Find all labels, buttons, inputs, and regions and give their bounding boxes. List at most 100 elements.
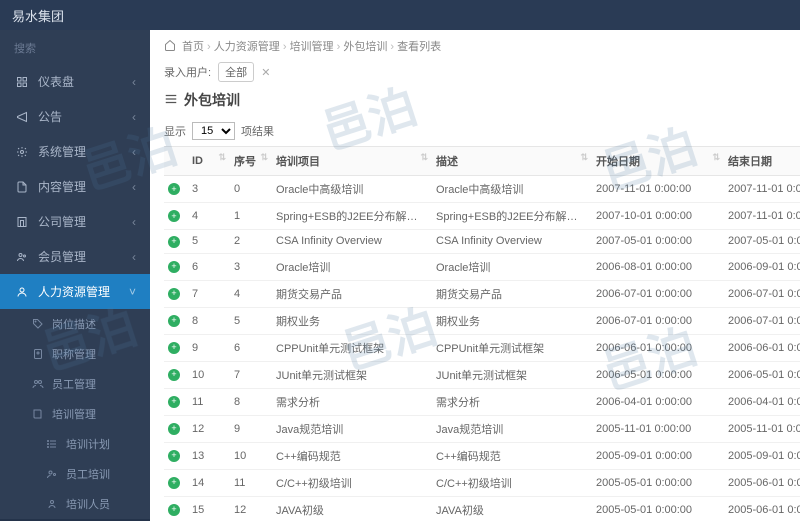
cell-start: 2005-05-01 0:00:00 bbox=[592, 496, 724, 521]
cell-seq: 0 bbox=[230, 176, 272, 203]
cell-seq: 6 bbox=[230, 334, 272, 361]
table-row[interactable]: +118需求分析需求分析2006-04-01 0:00:002006-04-01… bbox=[164, 388, 800, 415]
page-title: 外包培训 bbox=[184, 90, 240, 110]
expand-icon[interactable]: + bbox=[168, 504, 180, 516]
sidebar-item-3[interactable]: 内容管理‹ bbox=[0, 169, 150, 204]
sidebar-item-1[interactable]: 公告‹ bbox=[0, 99, 150, 134]
tag-icon bbox=[32, 318, 46, 330]
sidebar-subitem-3[interactable]: 培训管理 bbox=[0, 399, 150, 429]
app-title: 易水集团 bbox=[12, 6, 64, 25]
badge-icon bbox=[32, 348, 46, 360]
sort-icon[interactable]: ⇅ bbox=[420, 152, 428, 163]
col-header-1[interactable]: ID⇅ bbox=[188, 147, 230, 176]
sidebar-item-0[interactable]: 仪表盘‹ bbox=[0, 64, 150, 99]
sidebar-item-4[interactable]: 公司管理‹ bbox=[0, 204, 150, 239]
cell-end: 2006-04-01 0:00:00 bbox=[724, 388, 800, 415]
doc-icon bbox=[14, 181, 30, 193]
sidebar-item-label: 公告 bbox=[38, 108, 62, 125]
table-row[interactable]: +41Spring+ESB的J2EE分布解决方案Spring+ESB的J2EE分… bbox=[164, 203, 800, 230]
cell-start: 2006-04-01 0:00:00 bbox=[592, 388, 724, 415]
home-icon[interactable] bbox=[164, 39, 176, 54]
expand-icon[interactable]: + bbox=[168, 369, 180, 381]
expand-icon[interactable]: + bbox=[168, 236, 180, 248]
breadcrumb-sep: › bbox=[280, 41, 290, 53]
col-header-4[interactable]: 描述⇅ bbox=[432, 147, 592, 176]
cell-project: JUnit单元测试框架 bbox=[272, 361, 432, 388]
team-icon bbox=[32, 378, 46, 390]
table-row[interactable]: +74期货交易产品期货交易产品2006-07-01 0:00:002006-07… bbox=[164, 280, 800, 307]
cell-desc: 需求分析 bbox=[432, 388, 592, 415]
table-row[interactable]: +1310C++编码规范C++编码规范2005-09-01 0:00:00200… bbox=[164, 442, 800, 469]
page-size-select[interactable]: 10152550 bbox=[192, 122, 235, 140]
sidebar-subitem-4[interactable]: 培训计划 bbox=[0, 429, 150, 459]
cell-start: 2005-05-01 0:00:00 bbox=[592, 469, 724, 496]
gear-icon bbox=[14, 146, 30, 158]
cell-id: 12 bbox=[188, 415, 230, 442]
cell-desc: Oracle中高级培训 bbox=[432, 176, 592, 203]
expand-icon[interactable]: + bbox=[168, 315, 180, 327]
expand-icon[interactable]: + bbox=[168, 183, 180, 195]
cell-seq: 8 bbox=[230, 388, 272, 415]
cell-desc: Spring+ESB的J2EE分布解决方案 bbox=[432, 203, 592, 230]
expand-icon[interactable]: + bbox=[168, 423, 180, 435]
sidebar-item-label: 公司管理 bbox=[38, 213, 86, 230]
table-row[interactable]: +107JUnit单元测试框架JUnit单元测试框架2006-05-01 0:0… bbox=[164, 361, 800, 388]
sidebar-subitem-2[interactable]: 员工管理 bbox=[0, 369, 150, 399]
sidebar-subitem-5[interactable]: 员工培训 bbox=[0, 459, 150, 489]
sidebar-subitem-0[interactable]: 岗位描述 bbox=[0, 309, 150, 339]
cell-start: 2006-06-01 0:00:00 bbox=[592, 334, 724, 361]
breadcrumb-item[interactable]: 外包培训 bbox=[343, 41, 387, 53]
sidebar-item-2[interactable]: 系统管理‹ bbox=[0, 134, 150, 169]
sidebar-item-5[interactable]: 会员管理‹ bbox=[0, 239, 150, 274]
expand-icon[interactable]: + bbox=[168, 288, 180, 300]
table-row[interactable]: +52CSA Infinity OverviewCSA Infinity Ove… bbox=[164, 230, 800, 254]
sidebar-subitem-label: 培训管理 bbox=[52, 406, 96, 422]
expand-icon[interactable]: + bbox=[168, 342, 180, 354]
sidebar-subitem-label: 培训计划 bbox=[66, 436, 110, 452]
filter-value[interactable]: 全部 bbox=[218, 62, 254, 82]
table-row[interactable]: +96CPPUnit单元测试框架CPPUnit单元测试框架2006-06-01 … bbox=[164, 334, 800, 361]
cell-seq: 7 bbox=[230, 361, 272, 388]
group-icon bbox=[46, 468, 60, 480]
sidebar-subitem-6[interactable]: 培训人员 bbox=[0, 489, 150, 519]
col-header-3[interactable]: 培训项目⇅ bbox=[272, 147, 432, 176]
col-header-6[interactable]: 结束日期⇅ bbox=[724, 147, 800, 176]
cell-id: 13 bbox=[188, 442, 230, 469]
breadcrumb-item[interactable]: 培训管理 bbox=[290, 41, 334, 53]
col-header-5[interactable]: 开始日期⇅ bbox=[592, 147, 724, 176]
expand-icon[interactable]: + bbox=[168, 450, 180, 462]
breadcrumb-sep: › bbox=[334, 41, 344, 53]
table-row[interactable]: +63Oracle培训Oracle培训2006-08-01 0:00:00200… bbox=[164, 253, 800, 280]
breadcrumb-item[interactable]: 首页 bbox=[182, 41, 204, 53]
table-row[interactable]: +1512JAVA初级JAVA初级2005-05-01 0:00:002005-… bbox=[164, 496, 800, 521]
table-row[interactable]: +1411C/C++初级培训C/C++初级培训2005-05-01 0:00:0… bbox=[164, 469, 800, 496]
sidebar-item-6[interactable]: 人力资源管理˅ bbox=[0, 274, 150, 309]
topbar: 易水集团 bbox=[0, 0, 800, 30]
person-icon bbox=[14, 286, 30, 298]
cell-project: CPPUnit单元测试框架 bbox=[272, 334, 432, 361]
cell-id: 4 bbox=[188, 203, 230, 230]
sort-icon[interactable]: ⇅ bbox=[260, 152, 268, 163]
cell-project: Oracle培训 bbox=[272, 253, 432, 280]
sidebar-search[interactable]: 搜索 bbox=[0, 30, 150, 64]
sort-icon[interactable]: ⇅ bbox=[712, 152, 720, 163]
sidebar-subitem-1[interactable]: 职称管理 bbox=[0, 339, 150, 369]
expand-icon[interactable]: + bbox=[168, 261, 180, 273]
close-icon[interactable]: ✕ bbox=[261, 67, 270, 79]
sort-icon[interactable]: ⇅ bbox=[218, 152, 226, 163]
sort-icon[interactable]: ⇅ bbox=[580, 152, 588, 163]
expand-icon[interactable]: + bbox=[168, 477, 180, 489]
expand-icon[interactable]: + bbox=[168, 396, 180, 408]
cell-end: 2006-07-01 0:00:00 bbox=[724, 280, 800, 307]
sidebar-item-label: 系统管理 bbox=[38, 143, 86, 160]
table-row[interactable]: +30Oracle中高级培训Oracle中高级培训2007-11-01 0:00… bbox=[164, 176, 800, 203]
breadcrumb-item[interactable]: 人力资源管理 bbox=[214, 41, 280, 53]
table-row[interactable]: +129Java规范培训Java规范培训2005-11-01 0:00:0020… bbox=[164, 415, 800, 442]
col-header-0[interactable] bbox=[164, 147, 188, 176]
cell-seq: 11 bbox=[230, 469, 272, 496]
cell-desc: JUnit单元测试框架 bbox=[432, 361, 592, 388]
table-row[interactable]: +85期权业务期权业务2006-07-01 0:00:002006-07-01 … bbox=[164, 307, 800, 334]
col-header-2[interactable]: 序号⇅ bbox=[230, 147, 272, 176]
cell-start: 2005-11-01 0:00:00 bbox=[592, 415, 724, 442]
expand-icon[interactable]: + bbox=[168, 210, 180, 222]
